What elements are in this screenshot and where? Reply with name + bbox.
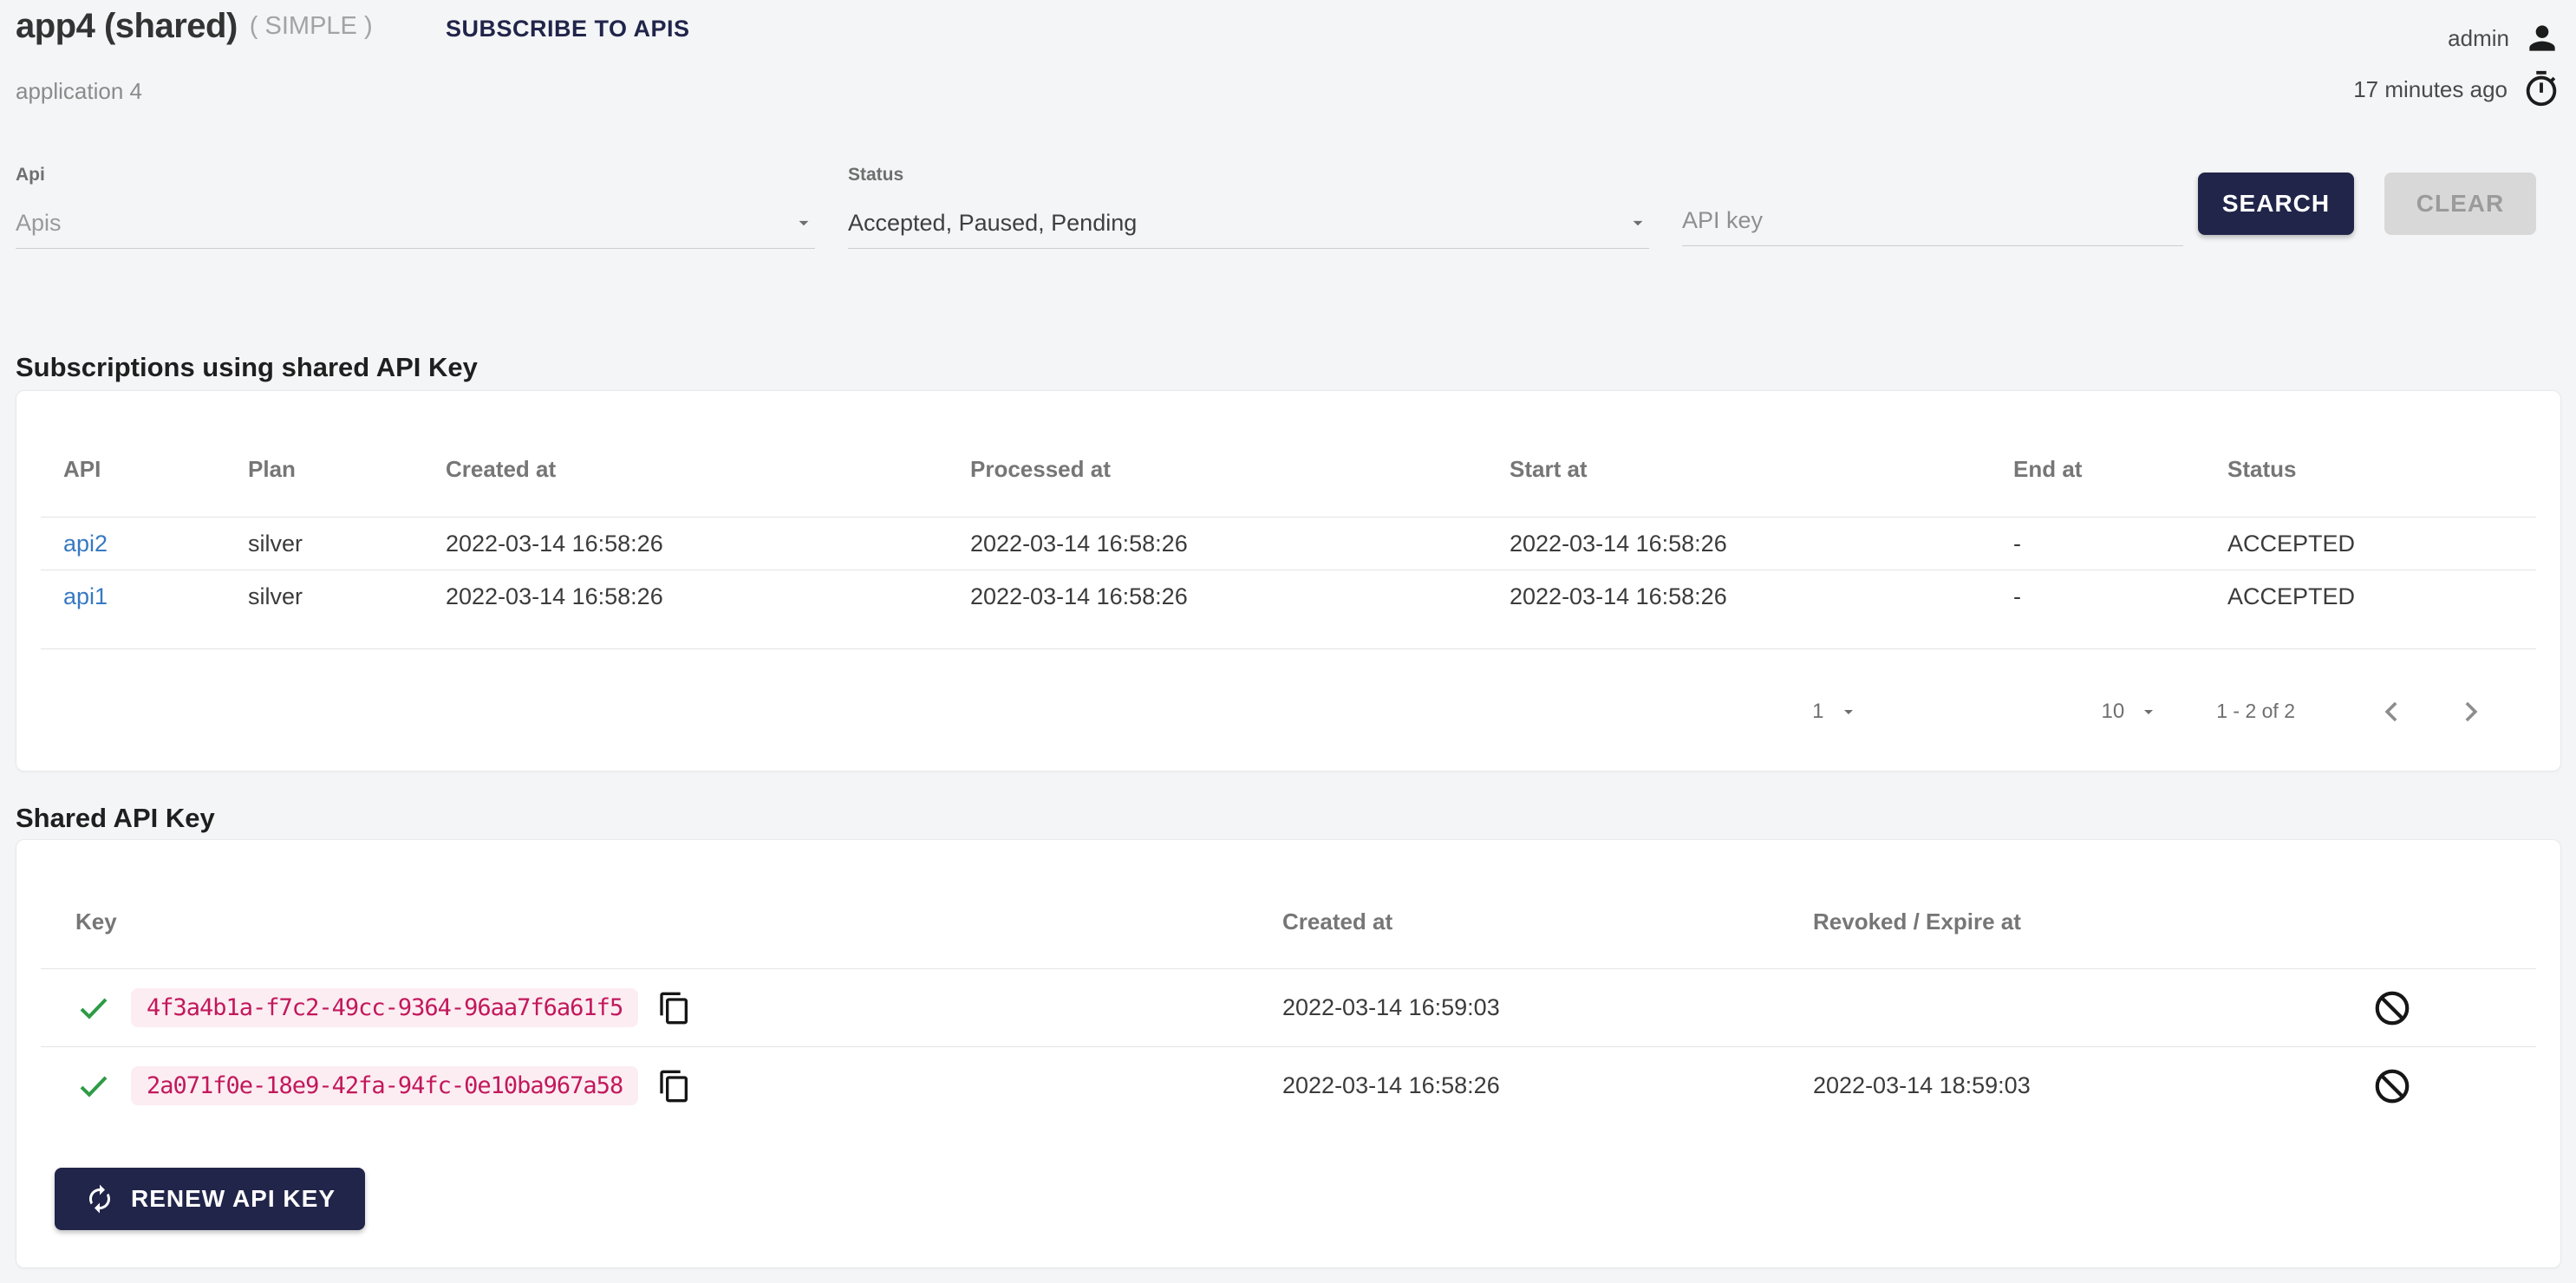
chevron-left-icon bbox=[2375, 694, 2410, 729]
prev-page-button[interactable] bbox=[2375, 694, 2410, 729]
cell-key-created-at: 2022-03-14 16:58:26 bbox=[1282, 1072, 1813, 1099]
block-icon bbox=[2372, 1066, 2412, 1106]
page-select-value: 1 bbox=[1812, 700, 1823, 724]
application-page: app4 (shared) ( SIMPLE ) SUBSCRIBE TO AP… bbox=[0, 0, 2576, 1283]
copy-icon bbox=[657, 1069, 692, 1104]
renew-button-label: RENEW API KEY bbox=[131, 1185, 336, 1213]
app-description: application 4 bbox=[16, 78, 142, 105]
cell-start-at: 2022-03-14 16:58:26 bbox=[1510, 583, 2013, 610]
copy-key-button[interactable] bbox=[657, 1069, 692, 1104]
page-title: app4 (shared) bbox=[16, 7, 238, 46]
person-icon bbox=[2523, 19, 2561, 57]
timer-icon bbox=[2521, 69, 2561, 109]
column-header-revoked-expire-at: Revoked / Expire at bbox=[1813, 909, 2372, 935]
api-filter-select[interactable]: Api Apis bbox=[16, 165, 815, 251]
subscriptions-card: API Plan Created at Processed at Start a… bbox=[16, 390, 2561, 772]
cell-end-at: - bbox=[2013, 531, 2227, 557]
page-size-value: 10 bbox=[2102, 700, 2125, 724]
cell-status: ACCEPTED bbox=[2227, 583, 2560, 610]
column-header-plan: Plan bbox=[248, 456, 446, 483]
api-key-chip: 4f3a4b1a-f7c2-49cc-9364-96aa7f6a61f5 bbox=[131, 988, 638, 1027]
renew-icon bbox=[84, 1183, 115, 1215]
filter-bar: Api Apis Status Accepted, Paused, Pendin… bbox=[0, 165, 2576, 260]
field-underline bbox=[1682, 245, 2183, 246]
api-key-row: 2a071f0e-18e9-42fa-94fc-0e10ba967a58 202… bbox=[16, 1047, 2560, 1124]
user-line: admin bbox=[2448, 19, 2561, 57]
cell-plan: silver bbox=[248, 583, 446, 610]
cell-created-at: 2022-03-14 16:58:26 bbox=[446, 583, 970, 610]
copy-key-button[interactable] bbox=[657, 991, 692, 1026]
page-select[interactable]: 1 bbox=[1812, 700, 1858, 724]
field-underline bbox=[16, 248, 815, 249]
field-underline bbox=[848, 248, 1649, 249]
api-link[interactable]: api2 bbox=[63, 531, 108, 557]
cell-key-created-at: 2022-03-14 16:59:03 bbox=[1282, 994, 1813, 1021]
shared-api-key-card: Key Created at Revoked / Expire at 4f3a4… bbox=[16, 839, 2561, 1268]
page-header: app4 (shared) ( SIMPLE ) bbox=[16, 7, 373, 46]
header-meta: admin 17 minutes ago bbox=[2353, 19, 2561, 109]
api-link[interactable]: api1 bbox=[63, 583, 108, 609]
search-button[interactable]: SEARCH bbox=[2198, 173, 2354, 235]
pagination: 1 10 1 - 2 of 2 bbox=[16, 649, 2560, 773]
api-key-chip: 2a071f0e-18e9-42fa-94fc-0e10ba967a58 bbox=[131, 1066, 638, 1105]
status-filter-label: Status bbox=[848, 165, 1649, 186]
user-name: admin bbox=[2448, 25, 2509, 52]
copy-icon bbox=[657, 991, 692, 1026]
column-header-processed-at: Processed at bbox=[970, 456, 1510, 483]
pagination-range: 1 - 2 of 2 bbox=[2216, 700, 2295, 723]
keys-table-header: Key Created at Revoked / Expire at bbox=[16, 840, 2560, 968]
page-size-select[interactable]: 10 bbox=[2102, 700, 2160, 724]
column-header-created-at: Created at bbox=[1282, 909, 1813, 935]
subscription-row: api2 silver 2022-03-14 16:58:26 2022-03-… bbox=[16, 518, 2560, 570]
api-filter-value: Apis bbox=[16, 210, 62, 237]
api-filter-label: Api bbox=[16, 165, 815, 186]
cell-plan: silver bbox=[248, 531, 446, 557]
cell-processed-at: 2022-03-14 16:58:26 bbox=[970, 583, 1510, 610]
api-key-row: 4f3a4b1a-f7c2-49cc-9364-96aa7f6a61f5 202… bbox=[16, 969, 2560, 1046]
column-header-status: Status bbox=[2227, 456, 2560, 483]
subscriptions-table-header: API Plan Created at Processed at Start a… bbox=[16, 391, 2560, 517]
column-header-key: Key bbox=[75, 909, 1282, 935]
cell-created-at: 2022-03-14 16:58:26 bbox=[446, 531, 970, 557]
block-icon bbox=[2372, 988, 2412, 1028]
api-key-input[interactable] bbox=[1682, 207, 2183, 234]
shared-api-key-section-title: Shared API Key bbox=[16, 803, 215, 834]
next-page-button[interactable] bbox=[2453, 694, 2488, 729]
check-icon bbox=[75, 1068, 112, 1104]
column-header-end-at: End at bbox=[2013, 456, 2227, 483]
revoke-key-button[interactable] bbox=[2372, 988, 2412, 1028]
clear-button[interactable]: CLEAR bbox=[2384, 173, 2536, 235]
check-icon bbox=[75, 990, 112, 1026]
renew-api-key-button[interactable]: RENEW API KEY bbox=[55, 1168, 365, 1230]
status-filter-value: Accepted, Paused, Pending bbox=[848, 210, 1137, 237]
revoke-key-button[interactable] bbox=[2372, 1066, 2412, 1106]
chevron-right-icon bbox=[2453, 694, 2488, 729]
last-activity: 17 minutes ago bbox=[2353, 76, 2508, 103]
status-filter-select[interactable]: Status Accepted, Paused, Pending bbox=[848, 165, 1649, 251]
column-header-api: API bbox=[63, 456, 248, 483]
cell-processed-at: 2022-03-14 16:58:26 bbox=[970, 531, 1510, 557]
cell-key-revoked-at: 2022-03-14 18:59:03 bbox=[1813, 1072, 2372, 1099]
subscribe-to-apis-link[interactable]: SUBSCRIBE TO APIS bbox=[446, 16, 690, 42]
column-header-created-at: Created at bbox=[446, 456, 970, 483]
column-header-start-at: Start at bbox=[1510, 456, 2013, 483]
chevron-down-icon bbox=[792, 212, 815, 234]
subscription-row: api1 silver 2022-03-14 16:58:26 2022-03-… bbox=[16, 570, 2560, 622]
chevron-down-icon bbox=[1838, 701, 1859, 722]
api-key-field bbox=[1682, 165, 2183, 251]
chevron-down-icon bbox=[1627, 212, 1649, 234]
title-type-label: ( SIMPLE ) bbox=[250, 12, 373, 41]
chevron-down-icon bbox=[2138, 701, 2159, 722]
cell-status: ACCEPTED bbox=[2227, 531, 2560, 557]
cell-end-at: - bbox=[2013, 583, 2227, 610]
subscriptions-section-title: Subscriptions using shared API Key bbox=[16, 352, 478, 383]
cell-start-at: 2022-03-14 16:58:26 bbox=[1510, 531, 2013, 557]
last-activity-line: 17 minutes ago bbox=[2353, 69, 2561, 109]
